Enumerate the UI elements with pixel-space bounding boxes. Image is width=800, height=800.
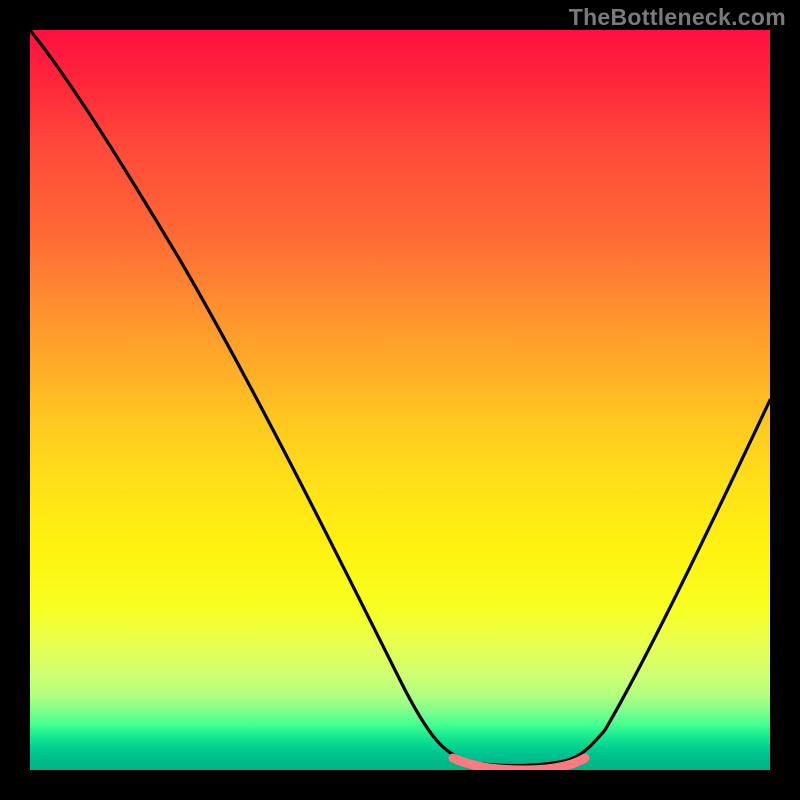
chart-root: { "brand": "TheBottleneck.com", "colors"… (0, 0, 800, 800)
curve-main (30, 30, 770, 766)
curve-layer (30, 30, 770, 770)
plot-panel (30, 30, 770, 770)
brand-watermark: TheBottleneck.com (569, 4, 786, 31)
